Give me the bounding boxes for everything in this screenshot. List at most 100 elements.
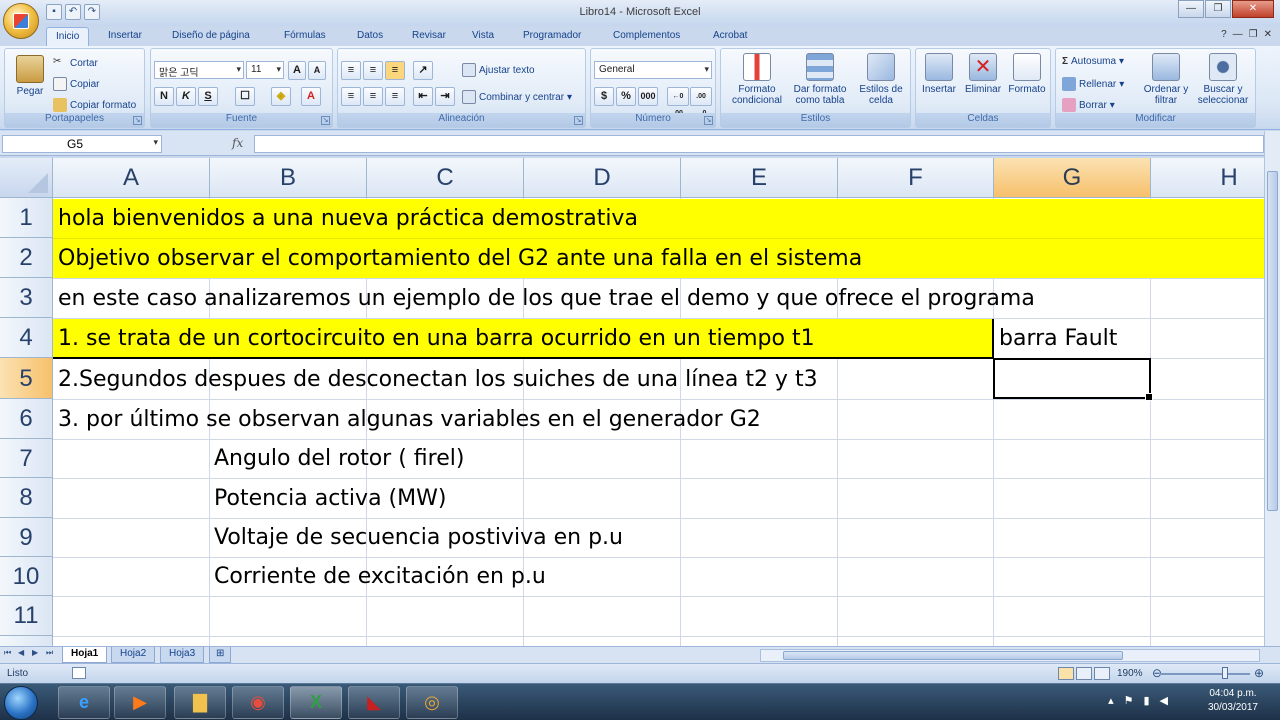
autosum-button[interactable]: Σ Autosuma ▾ bbox=[1062, 56, 1124, 67]
active-cell-g5[interactable] bbox=[993, 358, 1153, 401]
grow-font-button[interactable]: A bbox=[288, 61, 306, 80]
tab-vista[interactable]: Vista bbox=[472, 30, 494, 41]
close-workbook-icon[interactable]: ✕ bbox=[1264, 29, 1272, 40]
cell-b7[interactable]: Angulo del rotor ( firel) bbox=[209, 439, 464, 478]
align-left-button[interactable]: ≡ bbox=[341, 87, 361, 106]
media-player-icon[interactable]: ▶ bbox=[114, 686, 166, 719]
thousands-button[interactable]: 000 bbox=[638, 87, 658, 106]
column-header-e[interactable]: E bbox=[681, 158, 838, 198]
name-box[interactable]: G5 bbox=[2, 135, 162, 153]
clock[interactable]: 04:04 p.m. 30/03/2017 bbox=[1208, 687, 1258, 715]
copy-button[interactable]: Copiar bbox=[53, 77, 99, 91]
column-header-c[interactable]: C bbox=[367, 158, 524, 198]
percent-button[interactable]: % bbox=[616, 87, 636, 106]
row-header-2[interactable]: 2 bbox=[0, 238, 53, 278]
insert-function-icon[interactable]: fx bbox=[232, 136, 243, 150]
sheet-tab-hoja3[interactable]: Hoja3 bbox=[160, 647, 205, 663]
folder-icon[interactable]: ▇ bbox=[174, 686, 226, 719]
row-header-9[interactable]: 9 bbox=[0, 518, 53, 557]
formula-input[interactable] bbox=[254, 135, 1264, 153]
format-painter-button[interactable]: Copiar formato bbox=[53, 98, 136, 112]
close-button[interactable]: ✕ bbox=[1232, 0, 1274, 18]
restore-button[interactable]: ❐ bbox=[1205, 0, 1231, 18]
align-middle-button[interactable]: ≡ bbox=[363, 61, 383, 80]
font-size-select[interactable]: 11 bbox=[246, 61, 284, 79]
row-header-1[interactable]: 1 bbox=[0, 198, 53, 238]
tab-revisar[interactable]: Revisar bbox=[412, 30, 446, 41]
tab-complementos[interactable]: Complementos bbox=[613, 30, 680, 41]
underline-button[interactable]: S bbox=[198, 87, 218, 106]
help-icon[interactable]: ? bbox=[1221, 29, 1227, 40]
row-header-4[interactable]: 4 bbox=[0, 318, 53, 358]
row-header-12[interactable] bbox=[0, 636, 53, 646]
last-sheet-icon[interactable]: ⏭ bbox=[46, 648, 53, 658]
row-header-8[interactable]: 8 bbox=[0, 478, 53, 518]
tab-insertar[interactable]: Insertar bbox=[108, 30, 142, 41]
sheet-tab-hoja1[interactable]: Hoja1 bbox=[62, 647, 108, 663]
column-header-a[interactable]: A bbox=[53, 158, 210, 198]
wrap-text-button[interactable]: Ajustar texto bbox=[462, 63, 535, 77]
insert-sheet-icon[interactable]: ⊞ bbox=[209, 647, 232, 663]
tab-diseno[interactable]: Diseño de página bbox=[172, 30, 250, 41]
cell-g4[interactable]: barra Fault bbox=[994, 319, 1117, 358]
chrome-icon[interactable]: ◉ bbox=[232, 686, 284, 719]
row-header-11[interactable]: 11 bbox=[0, 596, 53, 636]
column-header-f[interactable]: F bbox=[838, 158, 994, 198]
format-table-button[interactable]: Dar formato como tabla bbox=[789, 53, 851, 106]
prev-sheet-icon[interactable]: ◀ bbox=[18, 648, 24, 657]
sheet-tab-hoja2[interactable]: Hoja2 bbox=[111, 647, 156, 663]
tab-inicio[interactable]: Inicio bbox=[46, 27, 90, 47]
tab-acrobat[interactable]: Acrobat bbox=[713, 30, 747, 41]
page-break-icon[interactable] bbox=[1094, 667, 1110, 680]
macro-record-icon[interactable] bbox=[72, 667, 86, 679]
decrease-indent-button[interactable]: ⇤ bbox=[413, 87, 433, 106]
expand-icon[interactable]: ↘ bbox=[704, 116, 713, 125]
italic-button[interactable]: K bbox=[176, 87, 196, 106]
tab-formulas[interactable]: Fórmulas bbox=[284, 30, 326, 41]
cell-a4[interactable]: 1. se trata de un cortocircuito en una b… bbox=[53, 319, 815, 358]
currency-button[interactable]: $ bbox=[594, 87, 614, 106]
row-header-5[interactable]: 5 bbox=[0, 358, 53, 399]
row-header-10[interactable]: 10 bbox=[0, 557, 53, 596]
column-header-h[interactable]: H bbox=[1151, 158, 1264, 198]
start-button[interactable] bbox=[4, 686, 38, 720]
cell-b8[interactable]: Potencia activa (MW) bbox=[209, 478, 446, 518]
orientation-button[interactable]: ↗ bbox=[413, 61, 433, 80]
next-sheet-icon[interactable]: ▶ bbox=[32, 648, 38, 657]
tab-datos[interactable]: Datos bbox=[357, 30, 383, 41]
row-header-7[interactable]: 7 bbox=[0, 439, 53, 478]
align-right-button[interactable]: ≡ bbox=[385, 87, 405, 106]
column-header-g[interactable]: G bbox=[994, 158, 1151, 198]
bold-button[interactable]: N bbox=[154, 87, 174, 106]
minimize-ribbon-icon[interactable]: — bbox=[1233, 29, 1243, 40]
paste-button[interactable]: Pegar bbox=[7, 55, 53, 97]
media-app-icon[interactable]: ◎ bbox=[406, 686, 458, 719]
zoom-slider-thumb[interactable] bbox=[1222, 667, 1228, 679]
format-cells-button[interactable]: Formato bbox=[1004, 53, 1050, 95]
expand-icon[interactable]: ↘ bbox=[133, 116, 142, 125]
page-layout-icon[interactable] bbox=[1076, 667, 1092, 680]
merge-center-button[interactable]: Combinar y centrar ▾ bbox=[462, 90, 572, 104]
sort-filter-button[interactable]: Ordenar y filtrar bbox=[1140, 53, 1192, 106]
delete-cells-button[interactable]: ✕ Eliminar bbox=[960, 53, 1006, 95]
row-header-3[interactable]: 3 bbox=[0, 278, 53, 318]
find-select-button[interactable]: Buscar y seleccionar bbox=[1192, 53, 1254, 106]
cell-a3[interactable]: en este caso analizaremos un ejemplo de … bbox=[53, 279, 1035, 318]
borders-button[interactable]: ☐ bbox=[235, 87, 255, 106]
vertical-scrollbar[interactable] bbox=[1264, 131, 1280, 646]
horizontal-scroll-thumb[interactable] bbox=[783, 651, 1123, 660]
font-name-select[interactable]: 맑은 고딕 bbox=[154, 61, 244, 79]
signal-icon[interactable]: ▮ bbox=[1143, 694, 1149, 707]
tray-arrow-icon[interactable]: ▴ bbox=[1108, 694, 1114, 707]
zoom-level[interactable]: 190% bbox=[1117, 668, 1143, 679]
office-button[interactable] bbox=[3, 3, 39, 39]
fill-button[interactable]: Rellenar ▾ bbox=[1062, 77, 1124, 91]
excel-icon[interactable]: X bbox=[290, 686, 342, 719]
horizontal-scrollbar[interactable] bbox=[760, 649, 1260, 662]
zoom-slider[interactable] bbox=[1160, 673, 1250, 675]
column-header-d[interactable]: D bbox=[524, 158, 681, 198]
expand-icon[interactable]: ↘ bbox=[574, 116, 583, 125]
cut-button[interactable]: ✂ Cortar bbox=[53, 56, 98, 70]
flag-icon[interactable]: ⚑ bbox=[1124, 694, 1134, 707]
conditional-format-button[interactable]: Formato condicional bbox=[727, 53, 787, 106]
